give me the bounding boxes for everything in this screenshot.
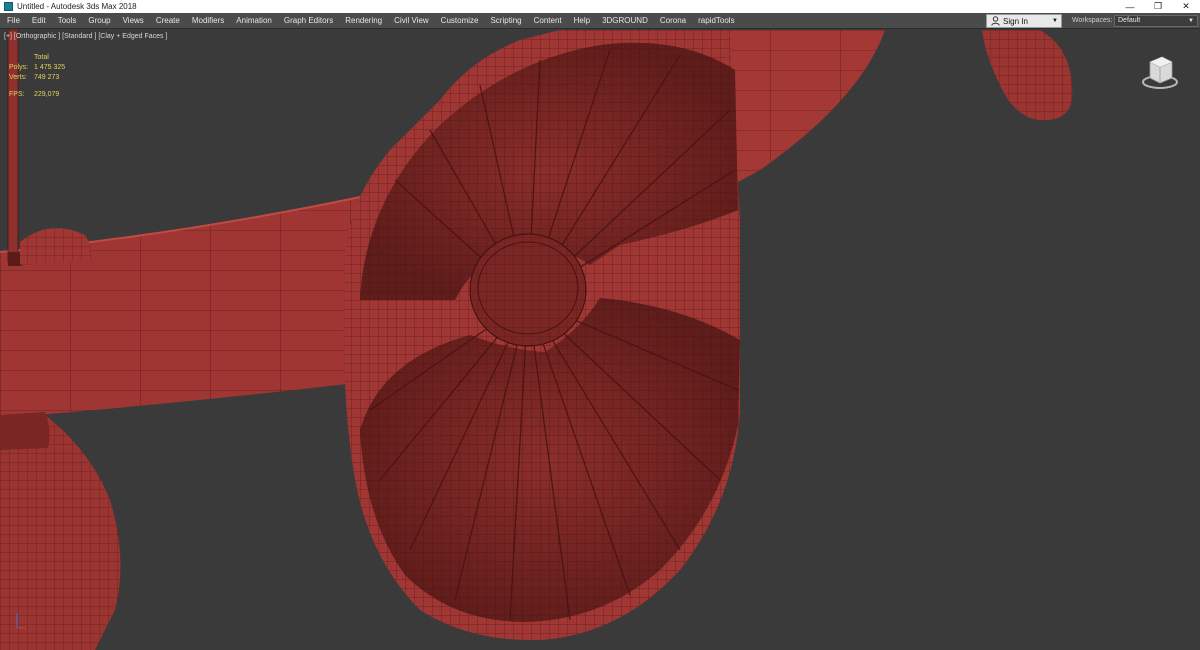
scene-render bbox=[0, 30, 1073, 650]
restore-button[interactable]: ❐ bbox=[1144, 0, 1172, 13]
workspaces-label: Workspaces: bbox=[1072, 17, 1113, 24]
menu-items: File Edit Tools Group Views Create Modifiers An… bbox=[0, 13, 741, 29]
sign-in-label: Sign In bbox=[1003, 16, 1028, 26]
close-button[interactable]: ✕ bbox=[1172, 0, 1200, 13]
menu-item-edit[interactable]: Edit bbox=[26, 13, 52, 29]
window-controls: — ❐ ✕ bbox=[1116, 0, 1200, 13]
axis-tripod-icon bbox=[14, 610, 28, 630]
stats-verts-value: 749 273 bbox=[34, 74, 60, 81]
stats-total-label: Total bbox=[34, 54, 49, 61]
menu-item-graph-editors[interactable]: Graph Editors bbox=[278, 13, 339, 29]
menu-bar: File Edit Tools Group Views Create Modifiers An… bbox=[0, 13, 1200, 29]
workspace-select[interactable]: Default ▼ bbox=[1114, 15, 1198, 27]
stats-polys-label: Polys: bbox=[9, 64, 29, 71]
menu-item-corona[interactable]: Corona bbox=[654, 13, 692, 29]
menu-item-help[interactable]: Help bbox=[568, 13, 596, 29]
menu-item-customize[interactable]: Customize bbox=[435, 13, 485, 29]
user-icon bbox=[990, 15, 1000, 27]
menu-item-modifiers[interactable]: Modifiers bbox=[186, 13, 230, 29]
model-part-knob bbox=[20, 227, 92, 265]
title-bar: Untitled - Autodesk 3ds Max 2018 — ❐ ✕ bbox=[0, 0, 1200, 13]
stats-fps-row: FPS: 229,079 bbox=[9, 90, 65, 100]
menu-item-animation[interactable]: Animation bbox=[230, 13, 278, 29]
stats-polys-row: Polys: 1 475 325 bbox=[9, 63, 65, 73]
sign-in-button[interactable]: Sign In ▼ bbox=[986, 14, 1062, 28]
stats-polys-value: 1 475 325 bbox=[34, 64, 66, 71]
viewcube-icon[interactable] bbox=[1140, 48, 1180, 92]
chevron-down-icon: ▼ bbox=[1052, 18, 1058, 24]
model-part-top-right bbox=[982, 30, 1073, 121]
menu-item-group[interactable]: Group bbox=[82, 13, 116, 29]
menu-item-file[interactable]: File bbox=[0, 13, 26, 29]
app-icon[interactable] bbox=[4, 2, 13, 11]
stats-verts-label: Verts: bbox=[9, 74, 27, 81]
menu-item-civil-view[interactable]: Civil View bbox=[388, 13, 435, 29]
perspective-viewport[interactable]: [+] [Orthographic ] [Standard ] [Clay + … bbox=[0, 30, 1200, 650]
stats-verts-row: Verts: 749 273 bbox=[9, 73, 65, 83]
workspace-value: Default bbox=[1118, 17, 1141, 24]
statistics-overlay: Total Polys: 1 475 325 Verts: 749 273 FP… bbox=[9, 53, 65, 100]
menu-item-create[interactable]: Create bbox=[150, 13, 186, 29]
menu-item-rapidtools[interactable]: rapidTools bbox=[692, 13, 740, 29]
menu-item-3dground[interactable]: 3DGROUND bbox=[596, 13, 654, 29]
menu-item-content[interactable]: Content bbox=[528, 13, 568, 29]
menu-item-tools[interactable]: Tools bbox=[52, 13, 83, 29]
viewport-label[interactable]: [+] [Orthographic ] [Standard ] [Clay + … bbox=[4, 33, 167, 40]
window-title: Untitled - Autodesk 3ds Max 2018 bbox=[17, 2, 137, 11]
minimize-button[interactable]: — bbox=[1116, 0, 1144, 13]
menu-item-views[interactable]: Views bbox=[117, 13, 150, 29]
model-dish-hub bbox=[469, 233, 587, 347]
chevron-down-icon: ▼ bbox=[1188, 18, 1194, 24]
stats-fps-label: FPS: bbox=[9, 91, 25, 98]
stats-fps-value: 229,079 bbox=[34, 91, 60, 98]
menu-item-scripting[interactable]: Scripting bbox=[484, 13, 527, 29]
menu-item-rendering[interactable]: Rendering bbox=[339, 13, 388, 29]
